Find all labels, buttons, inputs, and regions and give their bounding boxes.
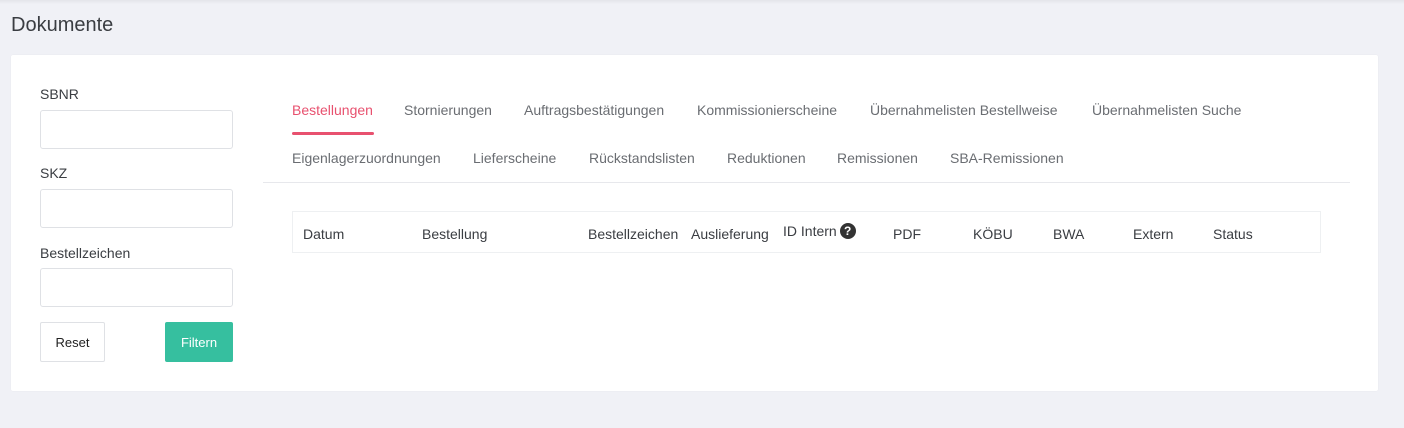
tab-eigenlagerzuordnungen[interactable]: Eigenlagerzuordnungen — [292, 150, 441, 166]
id-intern-label: ID Intern — [783, 223, 837, 239]
column-header-auslieferung[interactable]: Auslieferung — [691, 226, 769, 242]
column-header-pdf[interactable]: PDF — [893, 226, 921, 242]
question-circle-icon[interactable]: ? — [839, 223, 856, 239]
column-header-extern[interactable]: Extern — [1133, 226, 1173, 242]
tab-reduktionen[interactable]: Reduktionen — [727, 150, 806, 166]
tab-uebernahmelisten-suche[interactable]: Übernahmelisten Suche — [1092, 102, 1241, 118]
bestellzeichen-label: Bestellzeichen — [40, 245, 131, 261]
page-title: Dokumente — [11, 14, 114, 36]
column-header-datum[interactable]: Datum — [303, 226, 344, 242]
skz-label: SKZ — [40, 165, 68, 181]
tab-uebernahmelisten-bestellweise[interactable]: Übernahmelisten Bestellweise — [870, 102, 1058, 118]
column-header-id-intern[interactable]: ID Intern? — [783, 223, 856, 239]
tab-remissionen[interactable]: Remissionen — [837, 150, 918, 166]
tabs-divider — [263, 182, 1350, 183]
tab-kommissionierscheine[interactable]: Kommissionierscheine — [697, 102, 837, 118]
tab-bestellungen[interactable]: Bestellungen — [292, 102, 373, 118]
documents-card: SBNR SKZ Bestellzeichen Reset Filtern Be… — [11, 55, 1378, 391]
reset-button[interactable]: Reset — [40, 322, 105, 362]
top-shadow — [0, 0, 1404, 4]
tab-sba-remissionen[interactable]: SBA-Remissionen — [950, 150, 1064, 166]
tab-lieferscheine[interactable]: Lieferscheine — [473, 150, 556, 166]
tab-stornierungen[interactable]: Stornierungen — [404, 102, 492, 118]
column-header-bestellzeichen[interactable]: Bestellzeichen — [588, 226, 678, 242]
sbnr-input[interactable] — [40, 110, 233, 149]
column-header-bwa[interactable]: BWA — [1053, 226, 1084, 242]
active-tab-indicator — [292, 132, 374, 135]
tab-auftragsbestaetigungen[interactable]: Auftragsbestätigungen — [524, 102, 664, 118]
skz-input[interactable] — [40, 189, 233, 228]
bestellzeichen-input[interactable] — [40, 268, 233, 307]
tab-rueckstandslisten[interactable]: Rückstandslisten — [589, 150, 695, 166]
documents-table: Datum Bestellung Bestellzeichen Ausliefe… — [292, 211, 1321, 253]
column-header-status[interactable]: Status — [1213, 226, 1253, 242]
column-header-koebu[interactable]: KÖBU — [973, 226, 1013, 242]
column-header-bestellung[interactable]: Bestellung — [422, 226, 487, 242]
sbnr-label: SBNR — [40, 86, 79, 102]
filter-button[interactable]: Filtern — [165, 322, 233, 362]
